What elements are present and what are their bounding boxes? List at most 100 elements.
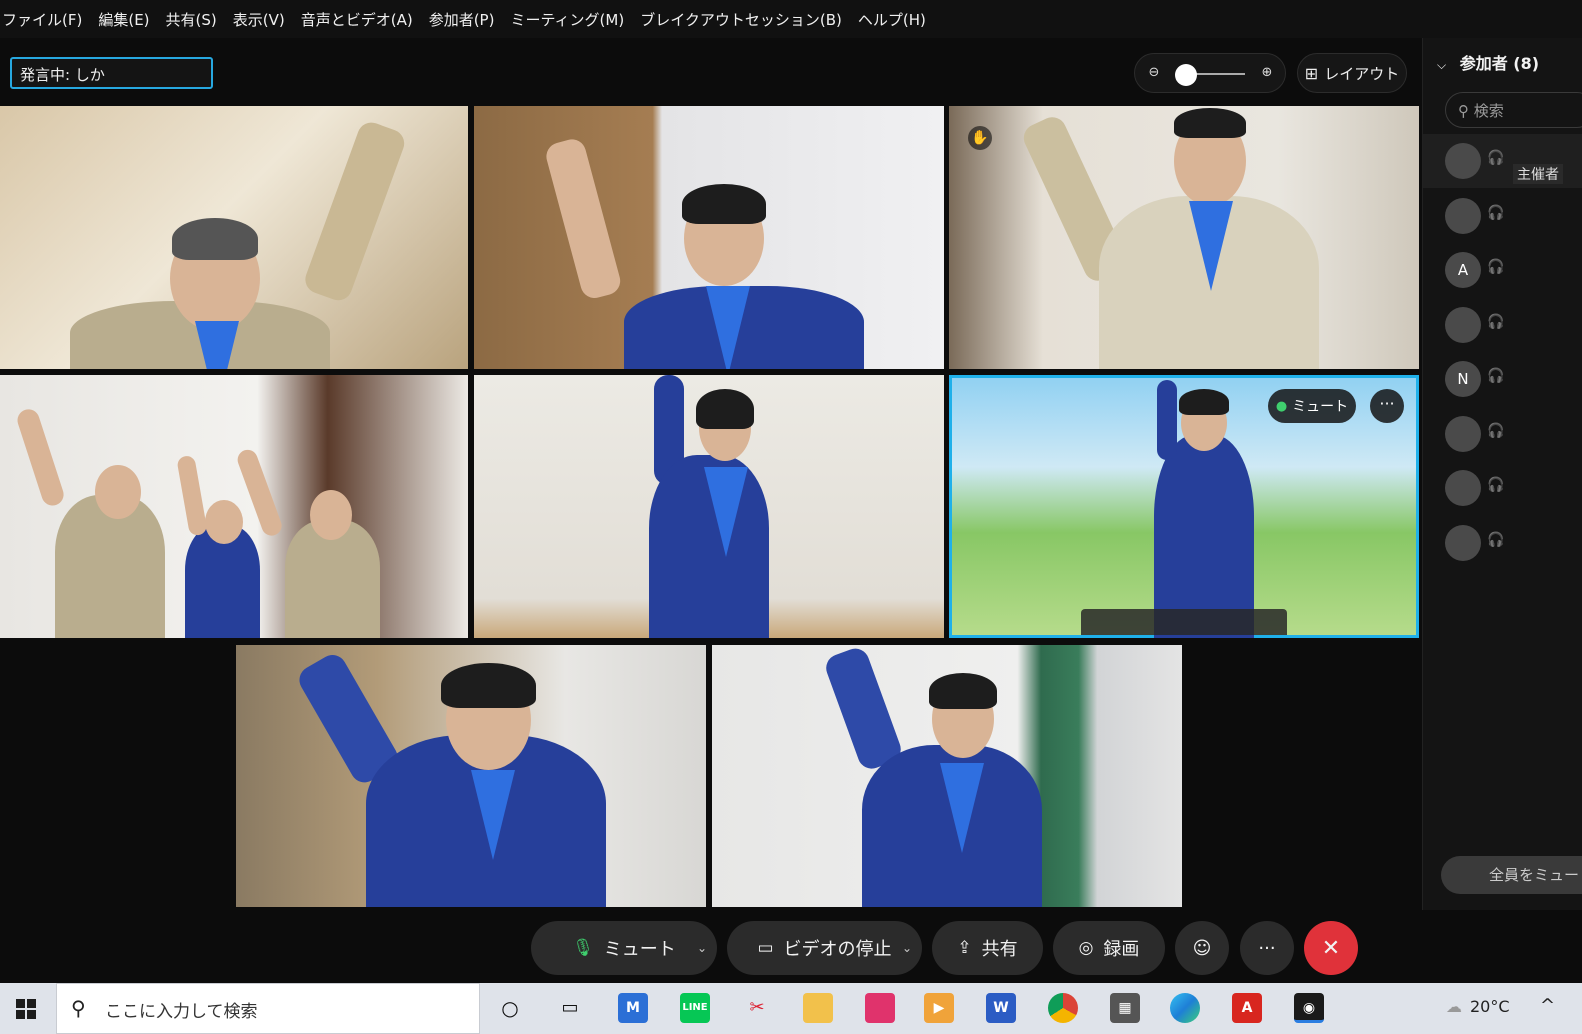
raised-arm: [176, 454, 208, 537]
video-tile[interactable]: [0, 375, 468, 638]
reactions-button[interactable]: ☺: [1175, 921, 1229, 975]
leave-meeting-button[interactable]: ✕: [1304, 921, 1358, 975]
participant-row[interactable]: N 🎧: [1423, 352, 1582, 406]
grid-icon: ⊞: [1304, 63, 1319, 83]
participant-face: [205, 500, 243, 544]
camera-icon: ▭: [757, 938, 774, 958]
participants-title: 参加者 (8): [1459, 54, 1540, 73]
record-label: 録画: [1103, 939, 1140, 960]
participant-mute-button[interactable]: ● ミュート: [1268, 389, 1356, 423]
emoji-icon: ☺: [1192, 937, 1212, 959]
menu-share[interactable]: 共有(S): [166, 9, 217, 30]
host-tag: 主催者: [1513, 164, 1563, 184]
participant-face: [95, 465, 141, 519]
participant-body: [1154, 435, 1254, 638]
clipchamp-icon[interactable]: ▶: [924, 993, 954, 1023]
chevron-down-icon[interactable]: ⌄: [697, 941, 707, 955]
calculator-icon[interactable]: ▦: [1110, 993, 1140, 1023]
webex-icon[interactable]: ◉: [1294, 993, 1324, 1023]
participant-hair: [1179, 389, 1229, 415]
menu-breakout[interactable]: ブレイクアウトセッション(B): [640, 9, 842, 30]
participant-hair: [696, 389, 754, 429]
participant-more-button[interactable]: ···: [1370, 389, 1404, 423]
start-button[interactable]: [0, 983, 52, 1034]
share-label: 共有: [981, 939, 1018, 960]
headset-icon: 🎧: [1487, 368, 1505, 384]
chevron-down-icon[interactable]: ⌄: [902, 941, 912, 955]
more-options-button[interactable]: ···: [1240, 921, 1294, 975]
menu-help[interactable]: ヘルプ(H): [858, 9, 926, 30]
edge-icon[interactable]: [1170, 993, 1200, 1023]
avatar: [1445, 307, 1481, 343]
zoom-slider-handle[interactable]: [1175, 64, 1197, 86]
file-explorer-icon[interactable]: [803, 993, 833, 1023]
zoom-out-icon[interactable]: ⊖: [1144, 63, 1164, 83]
record-icon: ◎: [1078, 938, 1094, 958]
menu-file[interactable]: ファイル(F): [2, 9, 82, 30]
word-icon[interactable]: W: [986, 993, 1016, 1023]
video-tile[interactable]: [474, 375, 944, 638]
video-tile[interactable]: [0, 106, 468, 369]
mute-label: ミュート: [603, 939, 676, 960]
layout-button[interactable]: ⊞ レイアウト: [1297, 53, 1407, 93]
office-icon[interactable]: [865, 993, 895, 1023]
scarf: [195, 321, 239, 369]
participant-row[interactable]: 🎧: [1423, 189, 1582, 243]
participant-row[interactable]: 🎧: [1423, 298, 1582, 352]
mute-button[interactable]: 🎙 ミュート ⌄: [531, 921, 717, 975]
chevron-down-icon[interactable]: ⌵: [1437, 58, 1446, 72]
record-button[interactable]: ◎ 録画: [1053, 921, 1165, 975]
windows-taskbar: ⚲ ここに入力して検索 ○ ▭ M LINE ✂ ▶ W ▦ A ◉ ☁ 20°C…: [0, 983, 1582, 1034]
participant-hair: [682, 184, 766, 224]
taskbar-search-input[interactable]: ⚲ ここに入力して検索: [56, 983, 480, 1034]
participants-panel: ⌵ 参加者 (8) ⚲ 検索 🎧 主催者 🎧 A 🎧 🎧 N 🎧 🎧 🎧 🎧 全…: [1422, 38, 1582, 910]
scarf: [471, 770, 515, 860]
windows-logo-icon: [16, 998, 36, 1019]
active-speaker-label: 発言中: しか: [10, 57, 213, 89]
participant-row[interactable]: 🎧: [1423, 407, 1582, 461]
weather-widget[interactable]: ☁ 20°C: [1446, 997, 1510, 1016]
stop-video-button[interactable]: ▭ ビデオの停止 ⌄: [727, 921, 922, 975]
participant-row[interactable]: 🎧: [1423, 461, 1582, 515]
raised-arm: [543, 136, 624, 302]
acrobat-icon[interactable]: A: [1232, 993, 1262, 1023]
gmail-icon[interactable]: M: [618, 993, 648, 1023]
participant-hair: [1174, 108, 1246, 138]
task-view-icon[interactable]: ▭: [555, 993, 585, 1023]
menu-participants[interactable]: 参加者(P): [429, 9, 495, 30]
layout-label: レイアウト: [1324, 64, 1400, 83]
video-tile[interactable]: [474, 106, 944, 369]
video-tile[interactable]: [949, 106, 1419, 369]
cloud-icon: ☁: [1446, 997, 1462, 1016]
share-button[interactable]: ⇪ 共有: [932, 921, 1043, 975]
cortana-icon[interactable]: ○: [495, 993, 525, 1023]
menu-view[interactable]: 表示(V): [233, 9, 285, 30]
participant-row[interactable]: 🎧: [1423, 516, 1582, 570]
raised-arm: [822, 645, 905, 773]
participant-row[interactable]: 🎧 主催者: [1423, 134, 1582, 188]
stop-video-label: ビデオの停止: [783, 939, 892, 960]
avatar: [1445, 143, 1481, 179]
scarf: [940, 763, 984, 853]
zoom-in-icon[interactable]: ⊕: [1257, 63, 1277, 83]
chrome-icon[interactable]: [1048, 993, 1078, 1023]
scarf: [704, 467, 748, 557]
mute-all-button[interactable]: 全員をミュー: [1441, 856, 1582, 894]
taskbar-search-placeholder: ここに入力して検索: [105, 1002, 258, 1022]
avatar: N: [1445, 361, 1481, 397]
participant-row[interactable]: A 🎧: [1423, 243, 1582, 297]
participants-search-input[interactable]: ⚲ 検索: [1445, 92, 1582, 128]
avatar: [1445, 416, 1481, 452]
video-tile[interactable]: [236, 645, 706, 907]
participants-header[interactable]: ⌵ 参加者 (8): [1437, 50, 1539, 74]
raised-arm: [301, 118, 409, 305]
participant-hair: [441, 663, 536, 708]
participant-mute-label: ミュート: [1292, 399, 1349, 415]
menu-audio-video[interactable]: 音声とビデオ(A): [301, 9, 413, 30]
tray-expand-icon[interactable]: ^: [1540, 995, 1555, 1016]
menu-edit[interactable]: 編集(E): [98, 9, 149, 30]
line-icon[interactable]: LINE: [680, 993, 710, 1023]
snipping-tool-icon[interactable]: ✂: [742, 993, 772, 1023]
menu-meeting[interactable]: ミーティング(M): [510, 9, 624, 30]
video-tile[interactable]: [712, 645, 1182, 907]
